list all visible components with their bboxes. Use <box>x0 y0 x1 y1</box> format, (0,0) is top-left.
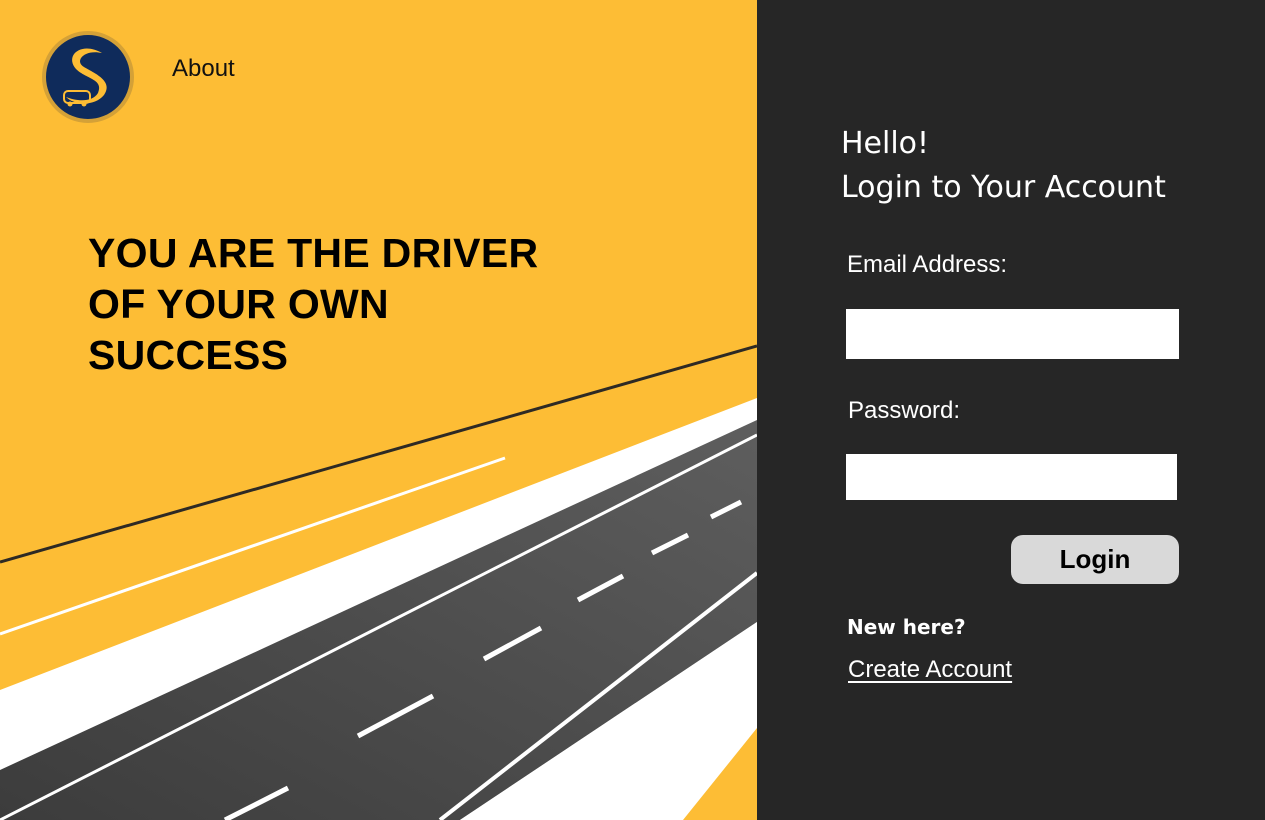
password-label: Password: <box>848 397 961 424</box>
email-label: Email Address: <box>847 251 1008 278</box>
road-illustration <box>0 344 757 820</box>
login-heading: Login to Your Account <box>841 170 1166 205</box>
login-panel: Hello! Login to Your Account Email Addre… <box>757 0 1265 820</box>
hero-line-3: SUCCESS <box>88 332 289 378</box>
password-field[interactable] <box>846 454 1177 500</box>
email-field[interactable] <box>846 309 1179 359</box>
hero-panel: About YOU ARE THE DRIVER OF YOUR OWN SUC… <box>0 0 757 820</box>
hero-line-2: OF YOUR OWN <box>88 281 389 327</box>
login-greeting: Hello! Login to Your Account <box>841 122 1166 210</box>
hero-line-1: YOU ARE THE DRIVER <box>88 230 539 276</box>
login-button[interactable]: Login <box>1011 535 1179 584</box>
hero-tagline: YOU ARE THE DRIVER OF YOUR OWN SUCCESS <box>88 228 588 381</box>
greeting-hello: Hello! <box>841 126 930 161</box>
s-road-car-logo-icon[interactable] <box>42 31 134 123</box>
nav-about-link[interactable]: About <box>172 55 235 83</box>
create-account-link[interactable]: Create Account <box>848 656 1012 684</box>
new-here-text: New here? <box>847 615 966 639</box>
